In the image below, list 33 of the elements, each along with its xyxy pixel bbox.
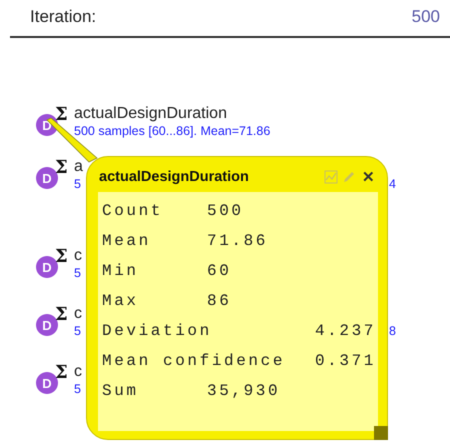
resize-handle[interactable]	[374, 426, 388, 440]
stat-value: 500	[207, 202, 244, 220]
item-detail: 500 samples [60...86]. Mean=71.86	[74, 124, 270, 138]
stat-value: 60	[207, 262, 232, 280]
item-name: c	[74, 246, 82, 266]
popup-title: actualDesignDuration	[99, 169, 250, 185]
item-detail: 5	[74, 177, 81, 191]
stat-label: Max	[102, 292, 140, 310]
stat-label: Mean	[102, 232, 152, 250]
stat-label: Mean confidence	[102, 352, 286, 370]
item-detail: 5	[74, 324, 81, 338]
item-name: actualDesignDuration	[74, 104, 227, 124]
item-detail: 5	[74, 382, 81, 396]
pencil-icon[interactable]	[342, 170, 356, 184]
close-button[interactable]: ✕	[360, 168, 377, 186]
stat-label: Count	[102, 202, 164, 220]
stat-value: 0.371	[314, 352, 376, 370]
item-detail: 8	[389, 324, 396, 338]
stat-value: 35,930	[207, 382, 280, 400]
item-name: a	[74, 157, 83, 177]
stat-value: 86	[207, 292, 232, 310]
stat-label: Min	[102, 262, 140, 280]
item-name: c	[74, 362, 82, 382]
iteration-label: Iteration:	[30, 7, 96, 27]
item-detail: 5	[74, 266, 81, 280]
stat-value: 71.86	[207, 232, 268, 250]
chart-icon[interactable]	[324, 170, 338, 184]
iteration-value: 500	[412, 7, 440, 27]
item-name: c	[74, 304, 82, 324]
stat-label: Deviation	[102, 322, 212, 340]
item-detail: 4	[389, 177, 396, 191]
stat-value: 4.237	[314, 322, 376, 340]
stat-label: Sum	[102, 382, 140, 400]
